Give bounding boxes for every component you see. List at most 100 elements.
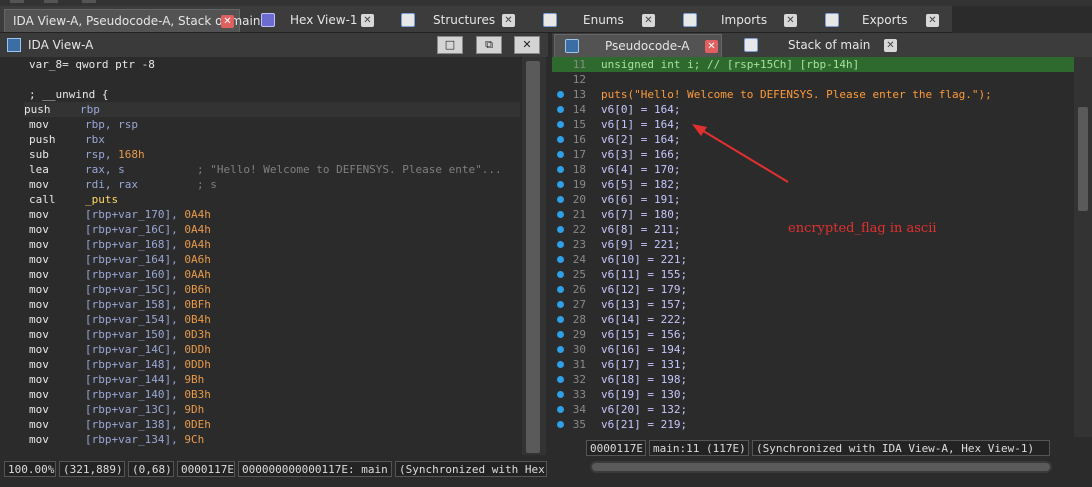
asm-line[interactable]: mov [rbp+var_150], 0D3h [29,327,211,342]
mnemonic: lea [29,163,49,176]
asm-line[interactable]: mov [rbp+var_168], 0A4h [29,237,211,252]
tab-ida-view-a[interactable]: IDA View-A, Pseudocode-A, Stack of main … [4,9,260,32]
asm-line[interactable]: mov [rbp+var_160], 0AAh [29,267,211,282]
asm-line[interactable]: mov rdi, rax ; s [29,177,217,192]
mnemonic: mov [29,403,49,416]
toolbar-fragment [82,0,96,3]
tab-label: Structures [433,13,496,27]
scrollbar-thumb[interactable] [526,61,540,453]
asm-line[interactable]: lea rax, s ; "Hello! Welcome to DEFENSYS. … [29,162,502,177]
mnemonic: mov [29,313,49,326]
float-window-button[interactable]: ⧉ [476,36,502,54]
asm-line[interactable]: mov [rbp+var_16C], 0A4h [29,222,211,237]
immediate-value: 0D3h [184,328,211,341]
immediate-value: 9Ch [184,433,205,446]
close-icon[interactable]: ✕ [502,14,515,27]
asm-line[interactable]: mov [rbp+var_140], 0B3h [29,387,211,402]
asm-line[interactable]: mov [rbp+var_13C], 9Dh [29,402,204,417]
pseudocode-panel: Pseudocode-A ✕ Stack of main ✕ 35 v6[21] … [552,33,1092,487]
mnemonic: push [24,103,51,116]
graph-coords: (321,889) [59,461,125,477]
close-panel-button[interactable]: ✕ [514,36,540,54]
tab-pseudocode-a[interactable]: Pseudocode-A ✕ [554,34,722,57]
address-field: 0000117E [586,440,646,456]
mnemonic: call [29,193,56,206]
asm-line[interactable]: mov [rbp+var_14C], 0DDh [29,342,211,357]
asm-line[interactable]: mov [rbp+var_158], 0BFh [29,297,211,312]
asm-line[interactable]: mov [rbp+var_164], 0A6h [29,252,211,267]
close-icon[interactable]: ✕ [884,39,897,52]
tab-exports[interactable]: Exports ✕ [822,9,946,32]
mnemonic: mov [29,268,49,281]
operand: rbp [80,103,100,116]
immediate-value: 0A6h [184,253,211,266]
mnemonic: mov [29,208,49,221]
toolbar-fragment [44,0,58,3]
mnemonic: sub [29,148,49,161]
close-icon[interactable]: ✕ [926,14,939,27]
asm-line[interactable]: mov rbp, rsp [29,117,138,132]
horizontal-scrollbar[interactable] [590,461,1052,473]
stack-icon [744,38,758,52]
enums-icon [543,13,557,27]
operand: [rbp+var_13C], [85,403,185,416]
operand: [rbp+var_140], [85,388,185,401]
vertical-scrollbar[interactable] [522,57,546,455]
asm-line[interactable]: mov [rbp+var_144], 9Bh [29,372,204,387]
asm-line[interactable]: call _puts [29,192,118,207]
toolbar-fragment [10,0,24,3]
imports-icon [683,13,697,27]
asm-line[interactable]: push rbp [24,102,520,117]
asm-line[interactable]: ; __unwind { [29,87,108,102]
asm-line[interactable]: sub rsp, 168h [29,147,145,162]
mnemonic: mov [29,238,49,251]
immediate-value: 0DEh [184,418,211,431]
immediate-value: 0A4h [184,238,211,251]
asm-line[interactable]: mov [rbp+var_148], 0DDh [29,357,211,372]
close-icon[interactable]: ✕ [784,14,797,27]
scrollbar-thumb[interactable] [592,463,1050,471]
mnemonic: ; __unwind { [29,88,109,101]
tab-stack-of-main[interactable]: Stack of main ✕ [738,34,908,57]
sync-status: (Synchronized with IDA View-A, Hex View-… [752,440,1050,456]
close-icon[interactable]: ✕ [361,14,374,27]
sync-status: (Synchronized with Hex [395,461,547,477]
asm-line[interactable]: mov [rbp+var_154], 0B4h [29,312,211,327]
left-gutter [0,57,24,455]
immediate-value: 9Dh [184,403,205,416]
exports-icon [825,13,839,27]
asm-line[interactable]: mov [rbp+var_15C], 0B6h [29,282,211,297]
immediate-value: 9Bh [184,373,205,386]
close-icon[interactable]: ✕ [642,14,655,27]
operand: [rbp+var_138], [85,418,185,431]
tab-structures[interactable]: Structures ✕ [398,9,520,32]
mnemonic: mov [29,253,49,266]
vertical-scrollbar[interactable] [1074,57,1092,437]
asm-line[interactable]: var_8= qword ptr -8 [29,57,155,72]
pseudocode-listing[interactable]: 35 v6[21] = 219; 34 v6[20] = 132; 33 v6[19] =… [552,57,1074,457]
disassembly-listing[interactable]: var_8= qword ptr -8; __unwind {push rbp mo… [24,57,520,455]
mnemonic: mov [29,358,49,371]
operand: [rbp+var_160], [85,268,185,281]
tab-hex-view[interactable]: Hex View-1 ✕ [258,9,380,32]
tab-enums[interactable]: Enums ✕ [540,9,660,32]
mnemonic: mov [29,178,49,191]
close-icon[interactable]: ✕ [705,40,718,53]
tab-imports[interactable]: Imports ✕ [680,9,802,32]
mnemonic: mov [29,118,49,131]
immediate-value: 0BFh [184,298,211,311]
scrollbar-thumb[interactable] [1078,107,1088,211]
close-icon[interactable]: ✕ [221,15,234,28]
operand: [rbp+var_154], [85,313,185,326]
maximize-button[interactable]: □ [437,36,463,54]
hex-view-icon [261,13,275,27]
asm-line[interactable]: mov [rbp+var_134], 9Ch [29,432,204,447]
operand: [rbp+var_144], [85,373,185,386]
comment: ; s [197,178,217,191]
asm-line[interactable]: push rbx [29,132,105,147]
immediate-value: 0DDh [184,343,211,356]
tab-label: Enums [583,13,624,27]
asm-line[interactable]: mov [rbp+var_170], 0A4h [29,207,211,222]
asm-line[interactable]: mov [rbp+var_138], 0DEh [29,417,211,432]
immediate-value: 0B6h [184,283,211,296]
